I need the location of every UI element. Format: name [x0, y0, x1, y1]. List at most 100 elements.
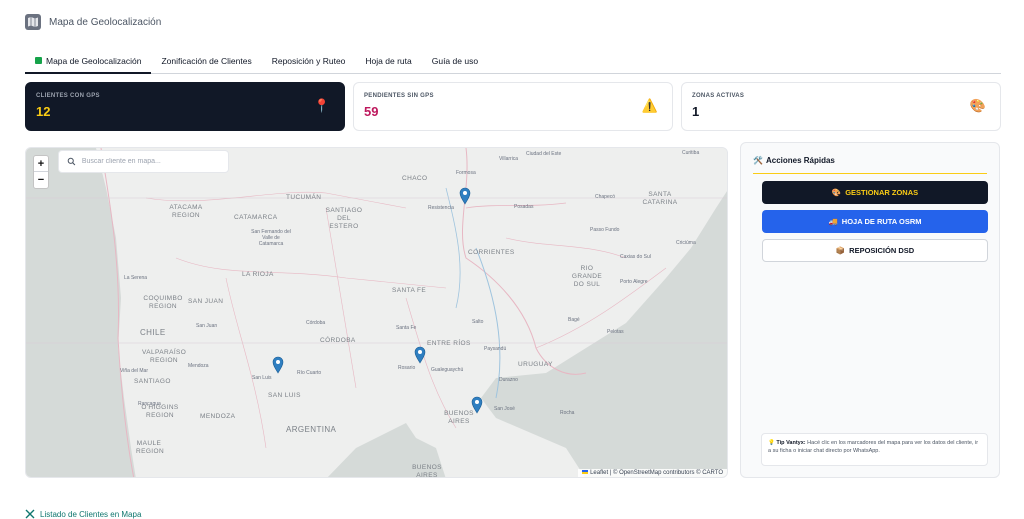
- map-label: BUENOS AIRES: [412, 464, 442, 478]
- city-label: Córdoba: [306, 320, 326, 326]
- map-label: SANTIAGO: [134, 378, 171, 385]
- map-search-input[interactable]: [81, 158, 220, 165]
- truck-icon: 🚚: [828, 217, 838, 226]
- map-label: CORRIENTES: [468, 249, 515, 256]
- map-icon: [25, 14, 41, 30]
- city-label: San Fernando del Valle de Catamarca: [251, 229, 291, 247]
- map-tab-icon: [35, 57, 42, 64]
- stat-card-pendientes: PENDIENTES SIN GPS 59 ⚠️: [353, 82, 673, 131]
- expand-icon: [25, 509, 35, 519]
- map-label: VALPARAÍSO REGION: [142, 349, 187, 364]
- tip-box: 💡 Tip Vantyx: Hacé clic en los marcadore…: [761, 433, 988, 466]
- city-label: Formosa: [456, 170, 476, 176]
- map-search: [58, 150, 229, 173]
- app-header: Mapa de Geolocalización: [25, 14, 161, 30]
- stat-value: 12: [36, 104, 51, 119]
- tab-zonificacion[interactable]: Zonificación de Clientes: [151, 50, 261, 74]
- tab-hoja-de-ruta[interactable]: Hoja de ruta: [355, 50, 421, 74]
- city-label: Río Cuarto: [297, 370, 322, 376]
- stats-cards: CLIENTES CON GPS 12 📍 PENDIENTES SIN GPS…: [25, 82, 1001, 131]
- zoom-out-button[interactable]: −: [34, 172, 48, 188]
- tab-mapa[interactable]: Mapa de Geolocalización: [25, 50, 152, 74]
- city-label: Villarrica: [499, 156, 519, 162]
- city-label: Durazno: [499, 377, 518, 383]
- map-marker[interactable]: [272, 356, 284, 374]
- map-label: SAN JUAN: [188, 298, 224, 305]
- lightbulb-icon: 💡: [768, 440, 775, 446]
- city-label: Resistencia: [428, 205, 454, 211]
- quick-actions-title: 🛠️ Acciones Rápidas: [753, 156, 835, 165]
- map-label: BUENOS AIRES: [444, 410, 474, 425]
- zoom-in-button[interactable]: +: [34, 156, 48, 172]
- basemap: [26, 148, 727, 477]
- map-label: CHILE: [140, 328, 166, 337]
- map-label: URUGUAY: [518, 361, 553, 368]
- stat-label: PENDIENTES SIN GPS: [364, 93, 434, 99]
- map-label: ENTRE RÍOS: [427, 340, 471, 347]
- city-label: San Luis: [252, 375, 272, 381]
- map-label: SANTIAGO DEL ESTERO: [325, 207, 363, 230]
- city-label: San José: [494, 406, 515, 412]
- map-label: COQUIMBO REGION: [143, 295, 183, 310]
- tools-icon: 🛠️: [753, 156, 763, 165]
- stat-value: 1: [692, 104, 700, 119]
- map-label: SANTA CATARINA: [642, 191, 678, 206]
- stat-label: CLIENTES CON GPS: [36, 93, 100, 99]
- map-label: ATACAMA REGION: [169, 204, 203, 219]
- city-label: Curitiba: [682, 150, 700, 156]
- search-icon: [67, 157, 76, 166]
- city-label: Rocha: [560, 410, 575, 416]
- city-label: Chapecó: [595, 194, 616, 200]
- stat-card-zonas: ZONAS ACTIVAS 1 🎨: [681, 82, 1001, 131]
- city-label: Porto Alegre: [620, 279, 648, 285]
- stat-value: 59: [364, 104, 379, 119]
- pin-icon: 📍: [313, 98, 330, 113]
- city-label: Ciudad del Este: [526, 151, 562, 157]
- city-label: Pelotas: [607, 329, 624, 335]
- map-label: SAN LUIS: [268, 392, 301, 399]
- city-label: Rosario: [398, 365, 416, 371]
- tab-reposicion[interactable]: Reposición y Ruteo: [262, 50, 356, 74]
- city-label: Viña del Mar: [120, 368, 148, 374]
- city-label: Rancagua: [138, 401, 161, 407]
- city-label: Criciúma: [676, 240, 696, 246]
- city-label: Posadas: [514, 204, 534, 210]
- city-label: Salto: [472, 319, 484, 325]
- map-label: SANTA FE: [392, 287, 427, 294]
- reposicion-dsd-button[interactable]: 📦 REPOSICIÓN DSD: [762, 239, 988, 262]
- map-container[interactable]: + − CHACO TUCUMÁN ATACAMA REGION CATAMAR…: [25, 147, 728, 478]
- package-icon: 📦: [835, 246, 846, 255]
- city-label: Passo Fundo: [590, 227, 620, 233]
- ukraine-flag-icon: [582, 470, 589, 475]
- map-attribution[interactable]: Leaflet | © OpenStreetMap contributors ©…: [578, 469, 727, 477]
- map-marker[interactable]: [471, 396, 483, 414]
- palette-icon: 🎨: [969, 98, 986, 113]
- warning-icon: ⚠️: [641, 98, 658, 113]
- map-label: MENDOZA: [200, 413, 236, 420]
- palette-icon: 🎨: [831, 188, 842, 197]
- city-label: Santa Fe: [396, 325, 417, 331]
- map-marker[interactable]: [414, 346, 426, 364]
- quick-actions-panel: 🛠️ Acciones Rápidas 🎨 GESTIONAR ZONAS 🚚 …: [740, 142, 1000, 478]
- stat-card-gps: CLIENTES CON GPS 12 📍: [25, 82, 345, 131]
- tab-guia[interactable]: Guía de uso: [422, 50, 488, 74]
- map-label: TUCUMÁN: [286, 194, 322, 201]
- map-marker[interactable]: [459, 187, 471, 205]
- clients-list-title: Listado de Clientes en Mapa: [25, 509, 141, 519]
- gestionar-zonas-button[interactable]: 🎨 GESTIONAR ZONAS: [762, 181, 988, 204]
- map-label: RIO GRANDE DO SUL: [571, 265, 603, 288]
- city-label: Bagé: [568, 317, 580, 323]
- hoja-de-ruta-button[interactable]: 🚚 HOJA DE RUTA OSRM: [762, 210, 988, 233]
- map-label: CHACO: [402, 175, 428, 182]
- city-label: Gualeguaychú: [431, 367, 464, 373]
- city-label: Mendoza: [188, 363, 209, 369]
- city-label: La Serena: [124, 275, 148, 281]
- map-label: LA RIOJA: [242, 271, 274, 278]
- map-label: MAULE REGION: [136, 440, 165, 455]
- stat-label: ZONAS ACTIVAS: [692, 93, 745, 99]
- map-label: CÓRDOBA: [320, 337, 356, 344]
- city-label: Caxias do Sul: [620, 254, 651, 260]
- map-label: ARGENTINA: [286, 425, 337, 434]
- tip-label: Tip Vantyx:: [776, 440, 806, 446]
- map-label: CATAMARCA: [234, 214, 278, 221]
